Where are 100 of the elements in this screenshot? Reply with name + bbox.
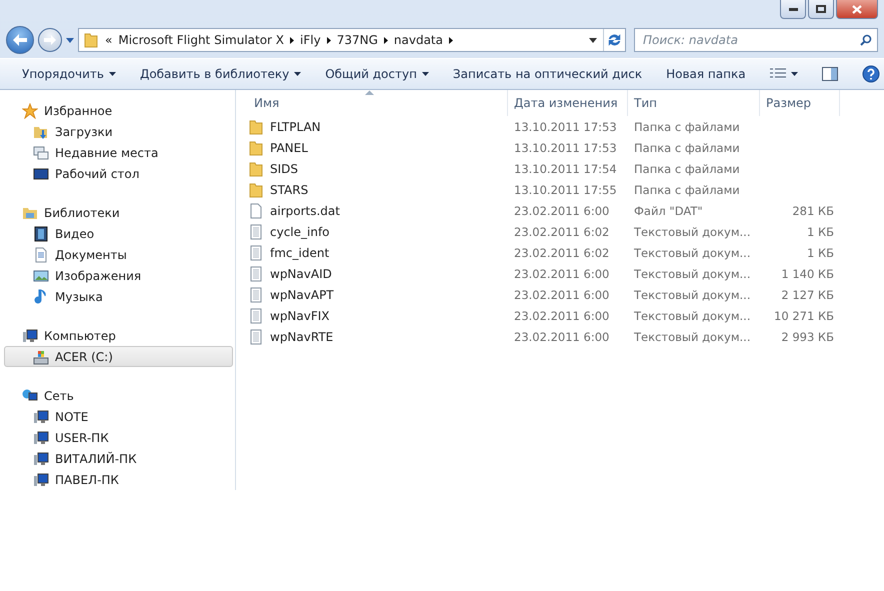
folder-icon (248, 182, 264, 198)
table-cell-text: 23.02.2011 6:00 (513, 288, 610, 302)
file-name[interactable]: SIDS (270, 162, 298, 176)
file-name[interactable]: wpNavFIX (270, 308, 330, 322)
forward-button[interactable] (38, 28, 62, 52)
table-cell-text: 1 140 КБ (780, 266, 835, 280)
toolbar-button[interactable]: Общий доступ (313, 63, 441, 85)
maximize-button[interactable] (808, 0, 834, 19)
table-cell-text: 13.10.2011 17:53 (513, 120, 618, 134)
maximize-icon (816, 5, 826, 13)
column-header[interactable]: Дата изменения (508, 90, 628, 116)
folder-icon (83, 32, 99, 48)
dropdown-caret-icon (589, 38, 597, 42)
table-cell-text: Текстовый докум... (633, 308, 752, 322)
breadcrumb[interactable]: iFly (300, 33, 321, 47)
column-header[interactable]: Имя (248, 90, 508, 116)
file-name[interactable]: wpNavAPT (270, 288, 334, 302)
back-button[interactable] (6, 26, 34, 54)
file-name[interactable]: FLTPLAN (270, 120, 321, 134)
close-icon (852, 4, 862, 14)
nav-item[interactable]: Загрузки (4, 121, 233, 142)
computer-icon (33, 408, 49, 424)
table-cell-text: 1 КБ (806, 224, 835, 238)
file-icon (248, 202, 264, 218)
document-icon (33, 246, 49, 262)
computer-icon (22, 328, 38, 344)
table-cell-text: 23.02.2011 6:02 (513, 246, 610, 260)
table-cell-text: 23.02.2011 6:00 (513, 330, 610, 344)
file-name[interactable]: PANEL (270, 140, 308, 154)
text-file-icon (248, 286, 264, 302)
nav-item[interactable]: ВИТАЛИЙ-ПК (4, 448, 233, 469)
help-icon (862, 65, 880, 83)
table-cell-text: 23.02.2011 6:00 (513, 266, 610, 280)
table-cell-text: Текстовый докум... (633, 246, 752, 260)
sort-arrow-icon (364, 90, 374, 95)
nav-item[interactable]: Документы (4, 244, 233, 265)
table-cell-text: Папка с файлами (633, 162, 741, 176)
nav-item[interactable]: Видео (4, 223, 233, 244)
toolbar-button[interactable]: Упорядочить (10, 63, 128, 85)
caret-icon (422, 72, 429, 76)
breadcrumb[interactable]: navdata (394, 33, 443, 47)
table-cell-text: 23.02.2011 6:00 (513, 204, 610, 218)
table-cell-text: 281 КБ (791, 204, 835, 218)
nav-item[interactable]: NOTE (4, 406, 233, 427)
computer-icon (33, 450, 49, 466)
file-name[interactable]: airports.dat (270, 204, 340, 218)
table-cell-text: Текстовый докум... (633, 288, 752, 302)
search-icon (860, 34, 872, 46)
history-caret-icon (66, 38, 74, 42)
search-field[interactable]: Поиск: navdata (634, 28, 878, 52)
breadcrumb[interactable]: 737NG (336, 33, 378, 47)
nav-group-item[interactable]: Библиотеки (44, 206, 120, 220)
film-icon (33, 226, 49, 242)
nav-item[interactable]: Музыка (4, 286, 233, 307)
folder-icon (248, 118, 264, 134)
nav-item[interactable]: Недавние места (4, 142, 233, 163)
table-cell-text: 1 КБ (806, 246, 835, 260)
file-name[interactable]: STARS (270, 182, 308, 196)
nav-item[interactable]: Рабочий стол (4, 163, 233, 184)
network-globe-icon (22, 388, 38, 404)
minimize-button[interactable] (780, 0, 806, 19)
column-header[interactable]: Размер (760, 90, 840, 116)
file-name[interactable]: fmc_ident (270, 246, 330, 260)
address-bar[interactable]: « Microsoft Flight Simulator X iFly 737NG navdata (78, 28, 626, 52)
back-arrow-icon (13, 34, 27, 46)
nav-group-item[interactable]: Сеть (44, 388, 74, 402)
file-name[interactable]: wpNavRTE (270, 330, 334, 344)
toolbar-button[interactable]: Добавить в библиотеку (128, 63, 314, 85)
drive-icon (33, 348, 49, 364)
breadcrumb[interactable]: Microsoft Flight Simulator X (118, 33, 284, 47)
toolbar-button[interactable]: Новая папка (654, 63, 758, 85)
table-cell-text: Папка с файлами (633, 182, 741, 196)
caret-icon (294, 72, 302, 76)
table-cell-text: Папка с файлами (633, 120, 741, 134)
computer-icon (33, 430, 49, 446)
close-button[interactable] (836, 0, 878, 19)
table-cell-text: Текстовый докум... (633, 224, 752, 238)
file-name[interactable]: cycle_info (270, 224, 330, 238)
table-cell-text: 23.02.2011 6:02 (513, 224, 610, 238)
caret-icon (326, 36, 331, 44)
toolbar-button[interactable]: Записать на оптический диск (440, 63, 654, 85)
table-cell-text: 23.02.2011 6:00 (513, 308, 610, 322)
list-view-icon (770, 68, 786, 80)
nav-item[interactable]: USER-ПК (4, 427, 233, 448)
file-name[interactable]: wpNavAID (270, 266, 332, 280)
recent-places-icon (33, 144, 49, 160)
nav-item[interactable]: ПАВЕЛ-ПК (4, 469, 233, 490)
nav-item[interactable]: ACER (C:) (4, 346, 233, 367)
text-file-icon (248, 244, 264, 260)
nav-group-item[interactable]: Избранное (44, 104, 112, 118)
nav-item[interactable]: Изображения (4, 265, 233, 286)
table-cell-text: Текстовый докум... (633, 266, 752, 280)
nav-group-item[interactable]: Компьютер (44, 328, 116, 342)
desktop-icon (33, 166, 49, 182)
column-header[interactable]: Тип (628, 90, 760, 116)
breadcrumb-overflow[interactable]: « (105, 33, 112, 47)
table-cell-text: Папка с файлами (633, 140, 741, 154)
folder-icon (248, 160, 264, 176)
table-cell-text: 2 993 КБ (780, 330, 835, 344)
caret-icon (790, 72, 798, 76)
